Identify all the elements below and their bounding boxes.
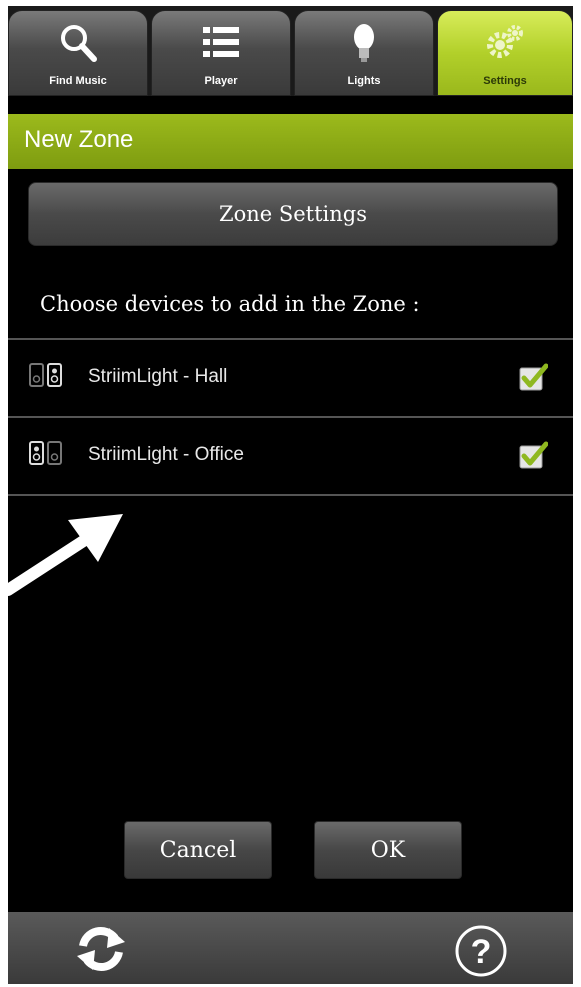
title-bar: New Zone xyxy=(8,114,573,169)
speaker-pair-icon xyxy=(29,363,62,387)
page-title: New Zone xyxy=(24,126,134,153)
tab-find-music[interactable]: Find Music xyxy=(8,10,148,96)
cancel-button[interactable]: Cancel xyxy=(124,821,272,879)
list-icon xyxy=(203,27,239,57)
device-name: StriimLight - Office xyxy=(88,444,244,465)
device-checkbox-hall[interactable] xyxy=(518,362,548,392)
lightbulb-icon xyxy=(354,24,374,62)
tab-bar: Find Music Player Lights Settings xyxy=(8,6,573,96)
speaker-pair-icon xyxy=(29,441,62,465)
gears-icon xyxy=(487,25,523,58)
tab-label: Settings xyxy=(483,75,527,87)
tab-label: Lights xyxy=(347,75,381,87)
tab-settings[interactable]: Settings xyxy=(437,10,573,96)
refresh-icon[interactable] xyxy=(73,924,129,974)
zone-settings-button[interactable]: Zone Settings xyxy=(28,182,558,246)
tab-label: Player xyxy=(204,75,238,87)
divider xyxy=(8,494,573,496)
tab-label: Find Music xyxy=(49,75,107,87)
search-icon xyxy=(61,25,97,62)
ok-button[interactable]: OK xyxy=(314,821,462,879)
device-row-office[interactable]: StriimLight - Office xyxy=(8,418,573,494)
help-icon[interactable]: ? xyxy=(451,924,511,978)
svg-text:?: ? xyxy=(471,933,492,971)
device-row-hall[interactable]: StriimLight - Hall xyxy=(8,340,573,416)
tab-lights[interactable]: Lights xyxy=(294,10,434,96)
tab-player[interactable]: Player xyxy=(151,10,291,96)
device-name: StriimLight - Hall xyxy=(88,366,228,387)
device-checkbox-office[interactable] xyxy=(518,440,548,470)
annotation-arrow xyxy=(8,514,123,596)
device-prompt: Choose devices to add in the Zone : xyxy=(40,292,420,316)
bottom-bar: ? xyxy=(8,912,573,984)
app-screen: Find Music Player Lights Settings New Zo… xyxy=(8,6,573,984)
